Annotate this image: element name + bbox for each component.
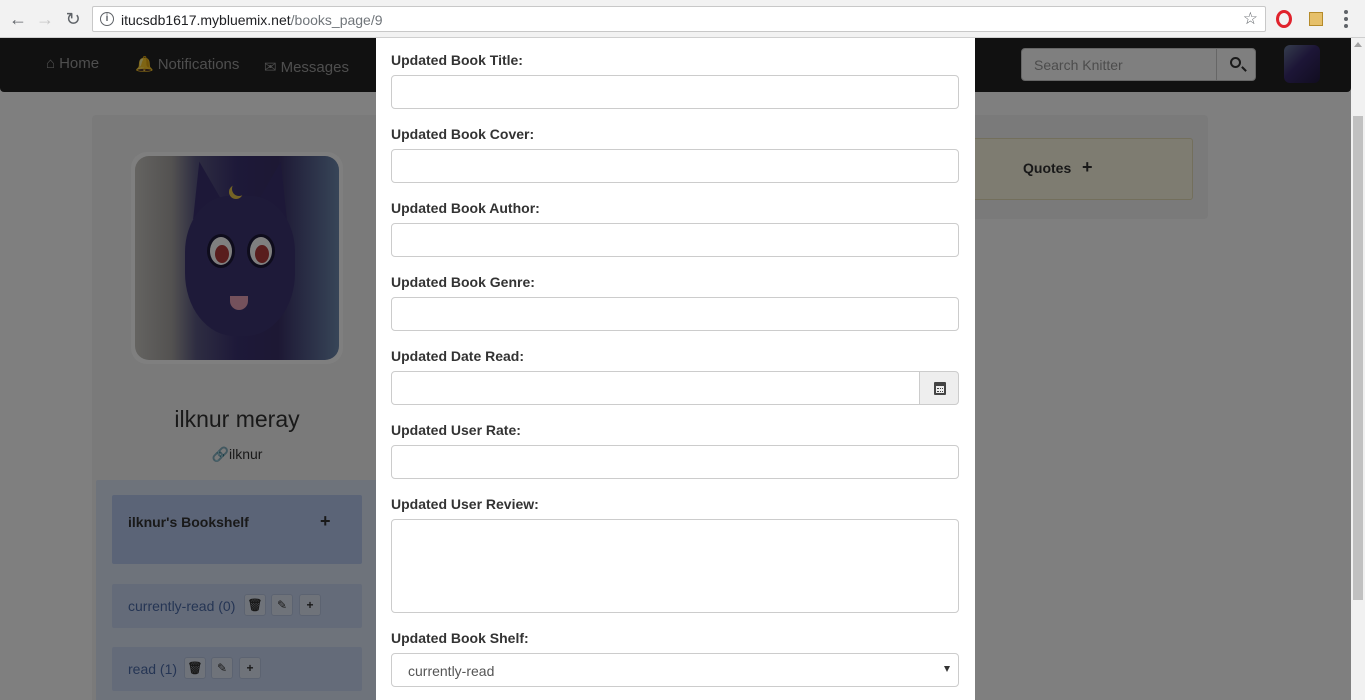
user-rate-input[interactable]	[391, 445, 959, 479]
reload-icon[interactable]: ↻	[62, 8, 84, 30]
user-rate-label: Updated User Rate:	[391, 422, 521, 438]
calendar-icon	[934, 382, 946, 395]
back-arrow-icon[interactable]: ←	[7, 8, 29, 30]
book-genre-label: Updated Book Genre:	[391, 274, 535, 290]
update-book-modal: Updated Book Title: Updated Book Cover: …	[376, 38, 975, 700]
book-cover-input[interactable]	[391, 149, 959, 183]
page: ⌂Home 🔔Notifications ✉Messages Search Kn…	[0, 38, 1351, 700]
bookmark-star-icon[interactable]: ☆	[1243, 9, 1258, 29]
book-title-label: Updated Book Title:	[391, 52, 523, 68]
date-picker-button[interactable]	[919, 371, 959, 405]
book-title-input[interactable]	[391, 75, 959, 109]
book-shelf-select[interactable]: currently-read	[391, 653, 959, 687]
book-shelf-label: Updated Book Shelf:	[391, 630, 529, 646]
url-host: itucsdb1617.mybluemix.net	[121, 12, 291, 28]
address-bar[interactable]: i itucsdb1617.mybluemix.net/books_page/9…	[92, 6, 1266, 32]
notes-extension-icon[interactable]	[1309, 12, 1323, 26]
browser-toolbar: ← → ↻ i itucsdb1617.mybluemix.net/books_…	[0, 0, 1365, 38]
scroll-up-arrow-icon[interactable]	[1354, 42, 1362, 47]
info-icon[interactable]: i	[100, 12, 114, 26]
book-shelf-selected: currently-read	[408, 663, 495, 679]
user-review-label: Updated User Review:	[391, 496, 539, 512]
url-text: itucsdb1617.mybluemix.net/books_page/9	[121, 12, 383, 28]
book-cover-label: Updated Book Cover:	[391, 126, 535, 142]
page-scrollbar[interactable]	[1351, 38, 1365, 700]
scroll-thumb[interactable]	[1353, 116, 1363, 600]
user-review-textarea[interactable]	[391, 519, 959, 613]
date-read-label: Updated Date Read:	[391, 348, 525, 364]
opera-extension-icon[interactable]	[1276, 10, 1292, 28]
date-read-input[interactable]	[391, 371, 920, 405]
book-author-label: Updated Book Author:	[391, 200, 540, 216]
chevron-down-icon	[944, 666, 950, 672]
forward-arrow-icon[interactable]: →	[34, 8, 56, 30]
book-genre-input[interactable]	[391, 297, 959, 331]
book-author-input[interactable]	[391, 223, 959, 257]
url-path: /books_page/9	[290, 12, 383, 28]
browser-menu-icon[interactable]	[1344, 10, 1348, 28]
